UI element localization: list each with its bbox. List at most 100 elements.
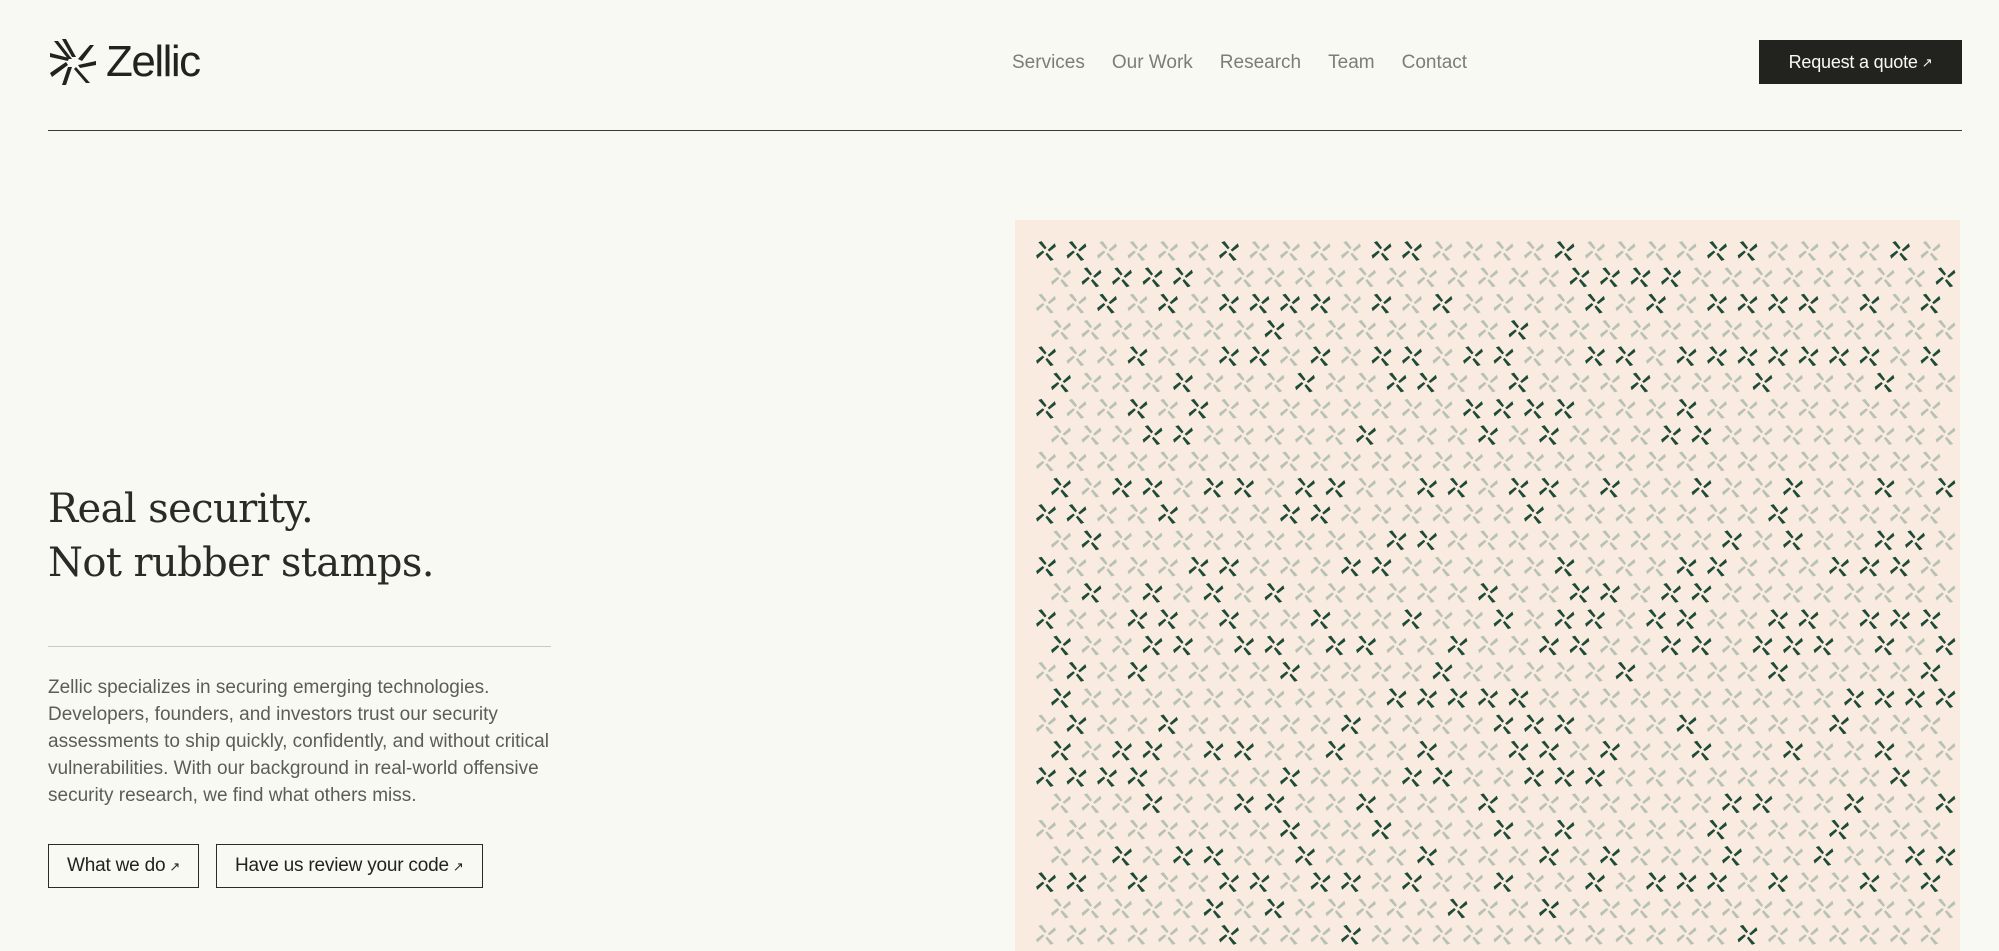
pinwheel-icon <box>1066 241 1087 261</box>
pinwheel-icon <box>1325 320 1346 340</box>
nav-services[interactable]: Services <box>1012 50 1085 76</box>
pinwheel-icon <box>1310 819 1331 840</box>
pinwheel-icon <box>1752 793 1773 814</box>
pinwheel-icon <box>1615 872 1636 893</box>
pinwheel-icon <box>1234 372 1254 393</box>
pinwheel-icon <box>1737 714 1758 735</box>
pinwheel-icon <box>1920 293 1941 314</box>
pinwheel-icon <box>1463 504 1483 524</box>
pinwheel-icon <box>1386 898 1407 919</box>
pinwheel-icon <box>1935 320 1956 340</box>
nav-contact[interactable]: Contact <box>1402 50 1467 76</box>
pinwheel-icon <box>1097 451 1117 472</box>
pinwheel-icon <box>1203 530 1224 551</box>
pinwheel-icon <box>1661 793 1681 814</box>
pinwheel-icon <box>1264 688 1285 708</box>
pinwheel-icon <box>1630 530 1651 551</box>
pinwheel-icon <box>1600 372 1620 393</box>
pinwheel-icon <box>1661 846 1681 866</box>
pinwheel-icon <box>1447 425 1468 445</box>
pinwheel-icon <box>1890 346 1910 367</box>
pinwheel-icon <box>1371 451 1392 472</box>
pinwheel-icon <box>1325 530 1346 551</box>
pinwheel-icon <box>1127 819 1148 840</box>
pinwheel-icon <box>1112 846 1132 866</box>
pinwheel-icon <box>1097 609 1117 630</box>
pinwheel-icon <box>1829 819 1849 840</box>
pinwheel-icon <box>1310 293 1331 314</box>
pinwheel-icon <box>1478 267 1498 288</box>
pinwheel-icon <box>1524 609 1544 630</box>
pinwheel-icon <box>1554 767 1575 787</box>
zellic-logo-icon <box>50 39 96 85</box>
pinwheel-icon <box>1874 477 1895 498</box>
request-quote-button[interactable]: Request a quote ↗ <box>1759 40 1962 84</box>
pinwheel-icon <box>1737 661 1758 682</box>
pinwheel-icon <box>1325 635 1346 656</box>
pinwheel-icon <box>1478 740 1498 761</box>
pinwheel-icon <box>1554 714 1575 735</box>
pinwheel-icon <box>1600 846 1620 866</box>
pinwheel-icon <box>1188 819 1209 840</box>
pinwheel-icon <box>1463 819 1483 840</box>
pinwheel-icon <box>1417 740 1437 761</box>
pinwheel-icon <box>1508 635 1529 656</box>
pinwheel-icon <box>1920 451 1941 472</box>
pinwheel-icon <box>1127 398 1148 419</box>
logo[interactable]: Zellic <box>48 37 201 87</box>
pinwheel-icon <box>1249 819 1270 840</box>
pinwheel-icon <box>1203 846 1224 866</box>
pinwheel-icon <box>1646 556 1666 577</box>
pinwheel-icon <box>1905 740 1925 761</box>
pinwheel-icon <box>1478 425 1498 445</box>
pinwheel-icon <box>1402 609 1422 630</box>
pinwheel-icon <box>1249 504 1270 524</box>
pinwheel-icon <box>1219 609 1239 630</box>
pinwheel-icon <box>1341 504 1361 524</box>
pinwheel-icon <box>1874 846 1895 866</box>
what-we-do-button[interactable]: What we do ↗ <box>48 844 200 888</box>
pinwheel-icon <box>1844 425 1864 445</box>
pinwheel-icon <box>1386 635 1407 656</box>
pinwheel-icon <box>1402 714 1422 735</box>
pinwheel-icon <box>1646 819 1666 840</box>
pinwheel-icon <box>1219 872 1239 893</box>
nav-team[interactable]: Team <box>1328 50 1374 76</box>
pinwheel-icon <box>1768 924 1788 945</box>
nav-research[interactable]: Research <box>1220 50 1301 76</box>
pinwheel-icon <box>1829 504 1849 524</box>
pinwheel-icon <box>1432 872 1453 893</box>
pinwheel-icon <box>1600 267 1620 288</box>
main-nav: Services Our Work Research Team Contact <box>1012 50 1467 76</box>
pinwheel-icon <box>1539 477 1559 498</box>
pinwheel-icon <box>1127 556 1148 577</box>
pinwheel-icon <box>1783 477 1803 498</box>
pinwheel-icon <box>1935 267 1956 288</box>
pinwheel-icon <box>1874 530 1895 551</box>
pinwheel-icon <box>1798 872 1819 893</box>
pinwheel-icon <box>1249 714 1270 735</box>
pinwheel-icon <box>1264 477 1285 498</box>
pinwheel-icon <box>1752 688 1773 708</box>
pinwheel-icon <box>1524 661 1544 682</box>
pinwheel-icon <box>1813 425 1834 445</box>
pinwheel-icon <box>1386 267 1407 288</box>
pinwheel-icon <box>1447 530 1468 551</box>
nav-our-work[interactable]: Our Work <box>1112 50 1193 76</box>
pinwheel-icon <box>1341 872 1361 893</box>
pinwheel-icon <box>1478 688 1498 708</box>
pinwheel-icon <box>1768 451 1788 472</box>
pinwheel-icon <box>1417 425 1437 445</box>
pinwheel-icon <box>1859 504 1880 524</box>
pinwheel-icon <box>1142 530 1163 551</box>
pinwheel-icon <box>1371 241 1392 261</box>
pinwheel-icon <box>1219 556 1239 577</box>
pinwheel-icon <box>1386 583 1407 603</box>
pinwheel-icon <box>1630 267 1651 288</box>
pinwheel-icon <box>1112 372 1132 393</box>
pinwheel-icon <box>1097 241 1117 261</box>
review-code-button[interactable]: Have us review your code ↗ <box>216 844 483 888</box>
pinwheel-icon <box>1554 819 1575 840</box>
pinwheel-icon <box>1066 346 1087 367</box>
pinwheel-pattern-panel <box>1015 220 1960 951</box>
